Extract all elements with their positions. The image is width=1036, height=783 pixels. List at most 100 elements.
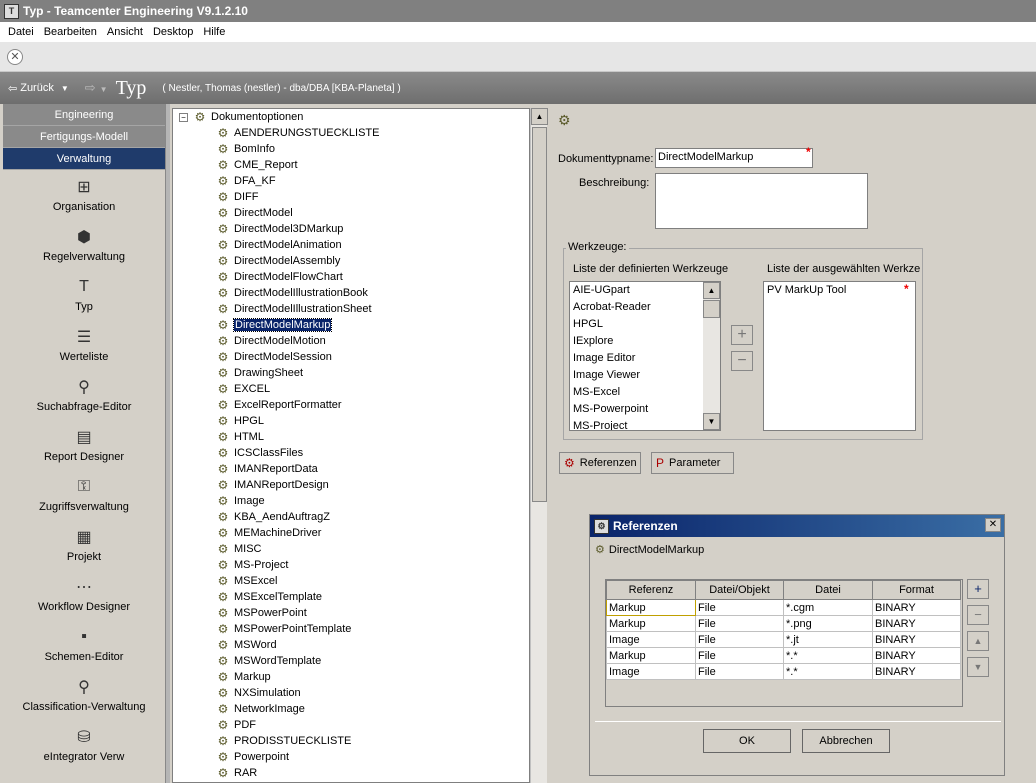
scroll-up-icon[interactable]: ▲ bbox=[703, 282, 720, 299]
list-item[interactable]: Acrobat-Reader bbox=[570, 299, 720, 316]
tree-item[interactable]: ⚙ DrawingSheet bbox=[173, 365, 529, 381]
list-item[interactable]: MS-Powerpoint bbox=[570, 401, 720, 418]
table-row[interactable]: Image File *.jt BINARY bbox=[606, 631, 961, 648]
collapse-icon[interactable]: − bbox=[179, 112, 188, 122]
tree-item[interactable]: ⚙ ICSClassFiles bbox=[173, 445, 529, 461]
chevron-down-icon[interactable]: ▼ bbox=[61, 84, 69, 93]
list-item[interactable]: Image Viewer bbox=[570, 367, 720, 384]
tree-item[interactable]: ⚙ Markup bbox=[173, 669, 529, 685]
tree-item[interactable]: ⚙ DirectModel3DMarkup bbox=[173, 221, 529, 237]
table-cell[interactable]: BINARY bbox=[872, 631, 961, 648]
table-cell[interactable]: Markup bbox=[606, 615, 696, 632]
menu-desktop[interactable]: Desktop bbox=[148, 26, 198, 38]
tree-item[interactable]: ⚙ DirectModelAnimation bbox=[173, 237, 529, 253]
tree-item[interactable]: ⚙ EXCEL bbox=[173, 381, 529, 397]
selected-tools-list[interactable]: PV MarkUp Tool bbox=[763, 281, 916, 431]
forward-arrow-icon[interactable]: ⇨ ▼ bbox=[85, 80, 108, 96]
list-scrollbar[interactable]: ▲ ▼ bbox=[703, 282, 720, 430]
table-cell[interactable]: File bbox=[695, 663, 784, 680]
sidebar-app-item[interactable]: ⚿ Zugriffsverwaltung bbox=[3, 470, 165, 520]
tree-item[interactable]: ⚙ Image bbox=[173, 493, 529, 509]
sidebar-app-item[interactable]: ▪ Schemen-Editor bbox=[3, 620, 165, 670]
scroll-thumb[interactable] bbox=[703, 300, 720, 318]
table-cell[interactable]: BINARY bbox=[872, 599, 961, 616]
sidebar-app-item[interactable]: ▦ Projekt bbox=[3, 520, 165, 570]
tree-item[interactable]: ⚙ MEMachineDriver bbox=[173, 525, 529, 541]
tree-item[interactable]: ⚙ MSPowerPoint bbox=[173, 605, 529, 621]
description-field[interactable] bbox=[655, 173, 868, 229]
table-cell[interactable]: File bbox=[695, 647, 784, 664]
menu-hilfe[interactable]: Hilfe bbox=[198, 26, 230, 38]
tree-item[interactable]: ⚙ KBA_AendAuftragZ bbox=[173, 509, 529, 525]
table-cell[interactable]: *.cgm bbox=[783, 599, 873, 616]
table-row[interactable]: Image File *.* BINARY bbox=[606, 663, 961, 680]
dialog-close-button[interactable]: ✕ bbox=[985, 518, 1001, 532]
menu-datei[interactable]: Datei bbox=[3, 26, 39, 38]
table-cell[interactable]: *.png bbox=[783, 615, 873, 632]
menu-ansicht[interactable]: Ansicht bbox=[102, 26, 148, 38]
table-cell[interactable]: Markup bbox=[606, 647, 696, 664]
tree-item[interactable]: ⚙ DirectModelFlowChart bbox=[173, 269, 529, 285]
tree-item[interactable]: ⚙ MSExcelTemplate bbox=[173, 589, 529, 605]
ok-button[interactable]: OK bbox=[703, 729, 791, 753]
sidebar-app-item[interactable]: ⋯ Workflow Designer bbox=[3, 570, 165, 620]
table-cell[interactable]: *.* bbox=[783, 647, 873, 664]
tree-item[interactable]: ⚙ DirectModelIllustrationSheet bbox=[173, 301, 529, 317]
table-cell[interactable]: *.* bbox=[783, 663, 873, 680]
defined-tools-list[interactable]: AIE-UGpart Acrobat-Reader HPGL IExplore Imag… bbox=[569, 281, 721, 431]
tree-item[interactable]: ⚙ NXSimulation bbox=[173, 685, 529, 701]
sidebar-tab-verwaltung[interactable]: Verwaltung bbox=[3, 148, 165, 170]
tree-item[interactable]: ⚙ HPGL bbox=[173, 413, 529, 429]
tree-item[interactable]: ⚙ CME_Report bbox=[173, 157, 529, 173]
tree-item[interactable]: ⚙ MISC bbox=[173, 541, 529, 557]
tree-item[interactable]: ⚙ IMANReportDesign bbox=[173, 477, 529, 493]
cancel-button[interactable]: Abbrechen bbox=[802, 729, 890, 753]
column-header-datei-objekt[interactable]: Datei/Objekt bbox=[695, 580, 784, 600]
list-item[interactable]: MS-Project bbox=[570, 418, 720, 430]
table-cell[interactable]: Image bbox=[606, 631, 696, 648]
table-cell[interactable]: File bbox=[695, 615, 784, 632]
tree-item[interactable]: ⚙ PDF bbox=[173, 717, 529, 733]
sidebar-app-item[interactable]: ⛁ eIntegrator Verw bbox=[3, 720, 165, 768]
tree-item[interactable]: ⚙ PRODISSTUECKLISTE bbox=[173, 733, 529, 749]
add-tool-button[interactable]: + bbox=[731, 325, 753, 345]
tree-root[interactable]: − ⚙ Dokumentoptionen bbox=[173, 109, 529, 125]
sidebar-tab-fertigungs-modell[interactable]: Fertigungs-Modell bbox=[3, 126, 165, 148]
sidebar-app-item[interactable]: ⚲ Classification-Verwaltung bbox=[3, 670, 165, 720]
table-cell[interactable]: BINARY bbox=[872, 615, 961, 632]
table-row[interactable]: Markup File *.* BINARY bbox=[606, 647, 961, 664]
tree-item[interactable]: ⚙ RAR bbox=[173, 765, 529, 781]
tree-item[interactable]: ⚙ MSWordTemplate bbox=[173, 653, 529, 669]
column-header-referenz[interactable]: Referenz bbox=[606, 580, 696, 600]
sidebar-app-item[interactable]: ⬢ Regelverwaltung bbox=[3, 220, 165, 270]
tree-item[interactable]: ⚙ DFA_KF bbox=[173, 173, 529, 189]
table-row[interactable]: Markup File *.png BINARY bbox=[606, 615, 961, 632]
tree-scrollbar[interactable]: ▲ bbox=[530, 108, 548, 783]
table-cell[interactable]: Markup bbox=[606, 599, 696, 616]
remove-row-button[interactable]: − bbox=[967, 605, 989, 625]
tree-item[interactable]: ⚙ ExcelReportFormatter bbox=[173, 397, 529, 413]
scroll-down-icon[interactable]: ▼ bbox=[703, 413, 720, 430]
tree-item[interactable]: ⚙ DIFF bbox=[173, 189, 529, 205]
list-item[interactable]: MS-Excel bbox=[570, 384, 720, 401]
move-up-button[interactable]: ▲ bbox=[967, 631, 989, 651]
tree-item[interactable]: ⚙ MSExcel bbox=[173, 573, 529, 589]
table-cell[interactable]: Image bbox=[606, 663, 696, 680]
table-cell[interactable]: File bbox=[695, 631, 784, 648]
tree-item[interactable]: ⚙ DirectModel bbox=[173, 205, 529, 221]
list-item[interactable]: Image Editor bbox=[570, 350, 720, 367]
parameters-button[interactable]: P Parameter bbox=[651, 452, 734, 474]
list-item[interactable]: IExplore bbox=[570, 333, 720, 350]
tree-item[interactable]: ⚙ DirectModelIllustrationBook bbox=[173, 285, 529, 301]
tree-item[interactable]: ⚙ HTML bbox=[173, 429, 529, 445]
table-cell[interactable]: BINARY bbox=[872, 663, 961, 680]
table-cell[interactable]: File bbox=[695, 599, 784, 616]
tree-item[interactable]: ⚙ NetworkImage bbox=[173, 701, 529, 717]
doc-type-field[interactable]: DirectModelMarkup bbox=[655, 148, 813, 168]
tree-item[interactable]: ⚙ MS-Project bbox=[173, 557, 529, 573]
sidebar-splitter[interactable] bbox=[166, 104, 170, 783]
close-icon[interactable]: ✕ bbox=[7, 49, 23, 65]
list-item[interactable]: AIE-UGpart bbox=[570, 282, 720, 299]
references-button[interactable]: ⚙ Referenzen bbox=[559, 452, 641, 474]
tree-item[interactable]: ⚙ BomInfo bbox=[173, 141, 529, 157]
